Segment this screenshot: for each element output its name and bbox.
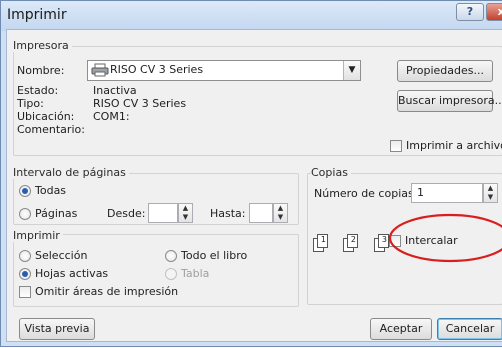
all-pages-label[interactable]: Todas (35, 184, 66, 197)
printer-name-combo[interactable]: RISO CV 3 Series ▼ (87, 60, 361, 81)
from-label: Desde: (107, 207, 146, 220)
copies-count-input[interactable]: 1 (411, 183, 483, 203)
from-input[interactable] (148, 203, 178, 223)
page-stack-icon: 1 (317, 234, 328, 248)
status-value: Inactiva (93, 84, 137, 97)
status-label: Estado: (17, 84, 59, 97)
printer-name-value: RISO CV 3 Series (110, 63, 204, 76)
ignore-print-areas-checkbox[interactable] (19, 286, 31, 298)
window-title: Imprimir (7, 7, 67, 23)
dialog-body: Impresora Nombre: RISO CV 3 Series ▼ Pro… (6, 29, 502, 342)
to-label: Hasta: (210, 207, 246, 220)
type-label: Tipo: (17, 97, 44, 110)
table-label: Tabla (181, 267, 210, 280)
entire-book-radio[interactable] (165, 250, 177, 262)
active-sheets-radio[interactable] (19, 268, 31, 280)
location-value: COM1: (93, 110, 130, 123)
print-to-file-label[interactable]: Imprimir a archivo (406, 139, 502, 152)
printer-name-label: Nombre: (17, 64, 65, 77)
print-to-file-checkbox[interactable] (390, 140, 402, 152)
page-stack-icon: 3 (378, 234, 389, 248)
type-value: RISO CV 3 Series (93, 97, 187, 110)
active-sheets-label[interactable]: Hojas activas (35, 267, 108, 280)
printer-group-label: Impresora (13, 39, 72, 52)
copies-count-label: Número de copias: (314, 187, 418, 200)
selection-label[interactable]: Selección (35, 249, 87, 262)
comment-label: Comentario: (17, 123, 85, 136)
print-what-group-label: Imprimir (13, 229, 63, 242)
collate-checkbox[interactable] (389, 235, 401, 247)
copies-group-label: Copias (311, 166, 351, 179)
to-input[interactable] (249, 203, 273, 223)
chevron-down-icon[interactable]: ▼ (343, 61, 360, 80)
from-spinner[interactable]: ▲ ▼ (178, 203, 193, 223)
ok-button[interactable]: Aceptar (370, 318, 432, 340)
close-button[interactable]: x (486, 3, 502, 21)
copies-count-value: 1 (417, 186, 424, 199)
collate-label[interactable]: Intercalar (405, 234, 458, 247)
page-stack-icon: 2 (347, 234, 358, 248)
ignore-print-areas-label[interactable]: Omitir áreas de impresión (35, 285, 178, 298)
print-dialog: Imprimir ? x Impresora Nombre: RISO CV 3… (0, 0, 502, 347)
all-pages-radio[interactable] (19, 185, 31, 197)
pages-label[interactable]: Páginas (35, 207, 77, 220)
entire-book-label[interactable]: Todo el libro (181, 249, 247, 262)
cancel-button[interactable]: Cancelar (437, 318, 502, 340)
to-spinner[interactable]: ▲ ▼ (273, 203, 288, 223)
title-bar: Imprimir ? x (1, 1, 502, 31)
selection-radio[interactable] (19, 250, 31, 262)
properties-button[interactable]: Propiedades... (397, 60, 493, 82)
help-button[interactable]: ? (456, 3, 484, 21)
preview-button[interactable]: Vista previa (19, 318, 95, 340)
page-range-group-label: Intervalo de páginas (13, 166, 129, 179)
printer-icon (91, 63, 109, 77)
table-radio (165, 268, 177, 280)
find-printer-button[interactable]: Buscar impresora... (397, 90, 502, 112)
copies-spinner[interactable]: ▲ ▼ (483, 183, 498, 203)
location-label: Ubicación: (17, 110, 75, 123)
pages-radio[interactable] (19, 208, 31, 220)
